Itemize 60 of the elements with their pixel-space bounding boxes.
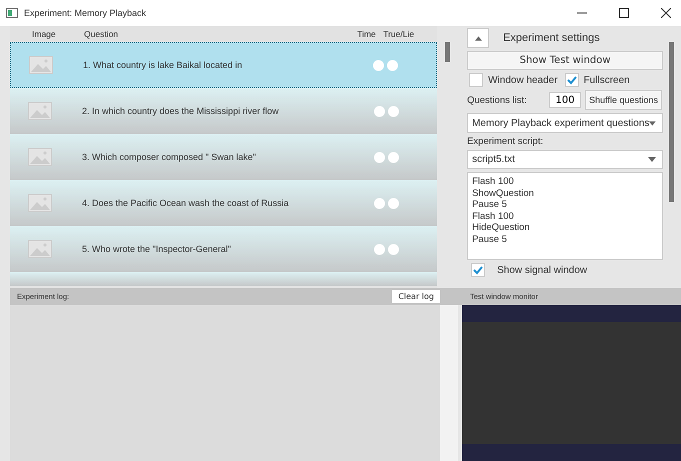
script-line: Pause 5 xyxy=(472,199,508,210)
lie-radio[interactable] xyxy=(388,198,400,208)
question-row[interactable]: 3. Which composer composed " Swan lake" xyxy=(10,134,438,180)
maximize-icon[interactable] xyxy=(619,8,629,18)
show-test-window-button[interactable]: Show Test window xyxy=(467,51,664,70)
lie-radio[interactable] xyxy=(388,106,400,116)
true-radio[interactable] xyxy=(373,60,384,70)
question-text: 5. Who wrote the "Inspector-General" xyxy=(82,244,232,254)
field-label: Experiment script: xyxy=(467,136,544,147)
caret-icon xyxy=(474,36,482,40)
true-radio[interactable] xyxy=(374,198,386,208)
question-row[interactable]: 2. In which country does the Mississippi river flow xyxy=(10,88,438,134)
shuffle-button[interactable]: Shuffle questions xyxy=(585,90,662,110)
lie-radio[interactable] xyxy=(388,152,400,162)
question-text: 4. Does the Pacific Ocean wash the coast of Russia xyxy=(82,198,290,208)
window-title: Experiment: Memory Playback xyxy=(24,8,146,18)
true-radio[interactable] xyxy=(374,244,386,254)
script-line: Flash 100 xyxy=(472,210,515,222)
script-text-area[interactable]: Flash 100 ShowQuestion Pause 5 Flash 100 HideQuestion Pause 5 xyxy=(467,172,664,260)
collapse-button[interactable] xyxy=(467,28,490,48)
checkbox-label: Show signal window xyxy=(497,264,588,276)
question-text: 2. In which country does the Mississippi river flow xyxy=(82,106,280,116)
image-placeholder-icon xyxy=(28,102,52,120)
count-field[interactable]: 100 xyxy=(549,92,582,108)
field-label: Questions list: xyxy=(467,94,528,106)
dropdown-arrow-icon xyxy=(648,157,656,162)
image-placeholder-icon xyxy=(29,56,53,74)
checkbox-label: Window header xyxy=(488,74,558,86)
lie-radio[interactable] xyxy=(387,60,398,70)
question-row[interactable]: 5. Who wrote the "Inspector-General" xyxy=(10,226,438,272)
scrollbar[interactable] xyxy=(440,305,458,461)
question-text: 3. Which composer composed " Swan lake" xyxy=(82,152,257,162)
column-header[interactable]: Time xyxy=(357,29,384,39)
close-icon[interactable] xyxy=(661,8,671,18)
column-header[interactable]: Question xyxy=(82,29,358,39)
script-line: HideQuestion xyxy=(472,222,531,234)
script-line: Pause 5 xyxy=(472,234,508,245)
column-header[interactable]: True/Lie xyxy=(383,29,438,39)
column-header[interactable]: Image xyxy=(10,29,82,39)
app-icon xyxy=(6,8,18,18)
checkbox[interactable] xyxy=(469,73,484,87)
questions-dropdown[interactable]: Memory Playback experiment questions xyxy=(467,113,664,133)
true-radio[interactable] xyxy=(374,152,386,162)
question-row[interactable]: 4. Does the Pacific Ocean wash the coast of Russia xyxy=(10,180,438,226)
image-placeholder-icon xyxy=(28,194,52,212)
question-row[interactable]: 1. What country is lake Baikal located in xyxy=(10,42,438,88)
image-placeholder-icon xyxy=(28,148,52,166)
section-title: Experiment settings xyxy=(503,32,600,44)
question-text: 1. What country is lake Baikal located in xyxy=(83,60,244,70)
image-placeholder-icon xyxy=(28,240,52,258)
dropdown-arrow-icon xyxy=(649,120,656,126)
script-line: ShowQuestion xyxy=(472,188,535,199)
lie-radio[interactable] xyxy=(388,244,400,254)
script-line: Flash 100 xyxy=(472,176,515,188)
script-dropdown[interactable]: script5.txt xyxy=(467,150,664,169)
checkbox-label: Fullscreen xyxy=(584,74,630,86)
true-radio[interactable] xyxy=(374,106,386,116)
checkbox[interactable] xyxy=(564,73,579,87)
clear-log-button[interactable]: Clear log xyxy=(392,290,440,303)
checkbox[interactable] xyxy=(471,263,486,277)
